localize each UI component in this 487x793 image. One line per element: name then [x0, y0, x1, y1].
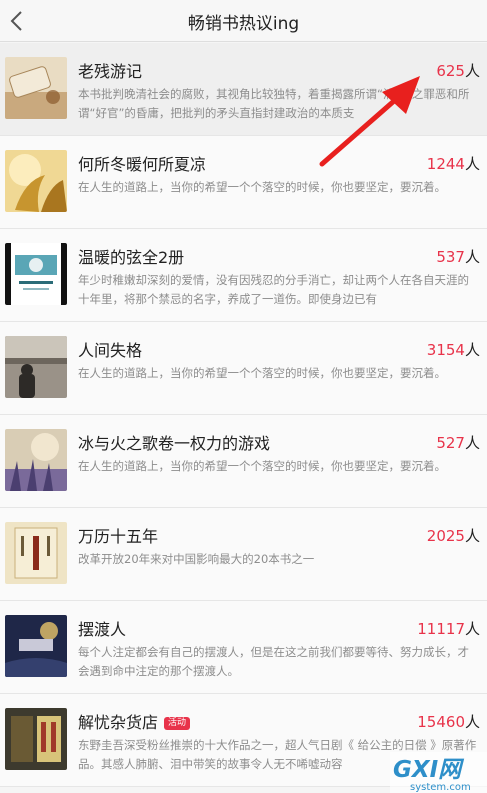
- discussion-count: 527人: [436, 434, 480, 452]
- book-row-wennuan[interactable]: 温暖的弦全2册 537人 年少时稚嫩却深刻的爱情，没有因残忍的分手消亡，却让两个…: [0, 229, 487, 322]
- book-cover-bingyuhuo: [5, 429, 67, 491]
- book-title: 冰与火之歌卷一权力的游戏: [78, 434, 271, 453]
- book-row-hesuo[interactable]: 何所冬暖何所夏凉 1244人 在人生的道路上，当你的希望一个个落空的时候，你也要…: [0, 136, 487, 229]
- book-title: 万历十五年: [78, 527, 159, 546]
- discussion-count: 537人: [436, 248, 480, 266]
- book-description: 本书批判晚清社会的腐败，其视角比较独特，着重揭露所谓“清官”之罪恶和所谓“好官”…: [78, 87, 470, 120]
- book-title: 温暖的弦全2册: [78, 248, 185, 267]
- top-bar: 畅销书热议ing: [0, 0, 487, 42]
- book-cover-hesuo: [5, 150, 67, 212]
- book-cover-wennuan: [5, 243, 67, 305]
- discussion-count: 625人: [436, 62, 480, 80]
- discussion-count: 3154人: [426, 341, 480, 359]
- book-description: 在人生的道路上，当你的希望一个个落空的时候，你也要坚定，要沉着。: [78, 366, 446, 380]
- book-cover-renjian: [5, 336, 67, 398]
- book-description: 年少时稚嫩却深刻的爱情，没有因残忍的分手消亡，却让两个人在各自天涯的十年里，将那…: [78, 273, 469, 306]
- svg-text:system.com: system.com: [410, 782, 471, 793]
- book-description: 改革开放20年来对中国影响最大的20本书之一: [78, 552, 315, 566]
- book-row-wanli[interactable]: 万历十五年 2025人 改革开放20年来对中国影响最大的20本书之一: [0, 508, 487, 601]
- discussion-count: 11117人: [417, 620, 480, 638]
- event-tag: 活动: [164, 717, 191, 730]
- discussion-count: 2025人: [426, 527, 480, 545]
- book-cover-baduren: [5, 615, 67, 677]
- site-watermark-logo: GXI网 system.com: [390, 752, 487, 793]
- page-title: 畅销书热议ing: [187, 14, 300, 34]
- book-description: 每个人注定都会有自己的摆渡人，但是在这之前我们都要等待、努力成长，才会遇到命中注…: [78, 645, 469, 678]
- book-title: 何所冬暖何所夏凉: [78, 155, 207, 174]
- discussion-count: 15460人: [417, 713, 480, 731]
- book-title: 解忧杂货店 活动: [78, 709, 191, 733]
- discussion-count: 1244人: [426, 155, 480, 173]
- book-cover-laocan: [5, 57, 67, 119]
- book-row-renjian[interactable]: 人间失格 3154人 在人生的道路上，当你的希望一个个落空的时候，你也要坚定，要…: [0, 322, 487, 415]
- book-row-laocan[interactable]: 老残游记 625人 本书批判晚清社会的腐败，其视角比较独特，着重揭露所谓“清官”…: [0, 43, 487, 136]
- book-row-baduren[interactable]: 摆渡人 11117人 每个人注定都会有自己的摆渡人，但是在这之前我们都要等待、努…: [0, 601, 487, 694]
- book-title: 人间失格: [78, 341, 143, 360]
- book-cover-jieyou: [5, 708, 67, 770]
- book-description: 在人生的道路上，当你的希望一个个落空的时候，你也要坚定，要沉着。: [78, 180, 446, 194]
- book-cover-wanli: [5, 522, 67, 584]
- book-row-bingyuhuo[interactable]: 冰与火之歌卷一权力的游戏 527人 在人生的道路上，当你的希望一个个落空的时候，…: [0, 415, 487, 508]
- book-list: 老残游记 625人 本书批判晚清社会的腐败，其视角比较独特，着重揭露所谓“清官”…: [0, 43, 487, 787]
- book-title: 摆渡人: [78, 620, 127, 639]
- book-title: 老残游记: [78, 62, 143, 81]
- svg-text:GXI网: GXI网: [393, 757, 465, 783]
- book-description: 在人生的道路上，当你的希望一个个落空的时候，你也要坚定，要沉着。: [78, 459, 446, 473]
